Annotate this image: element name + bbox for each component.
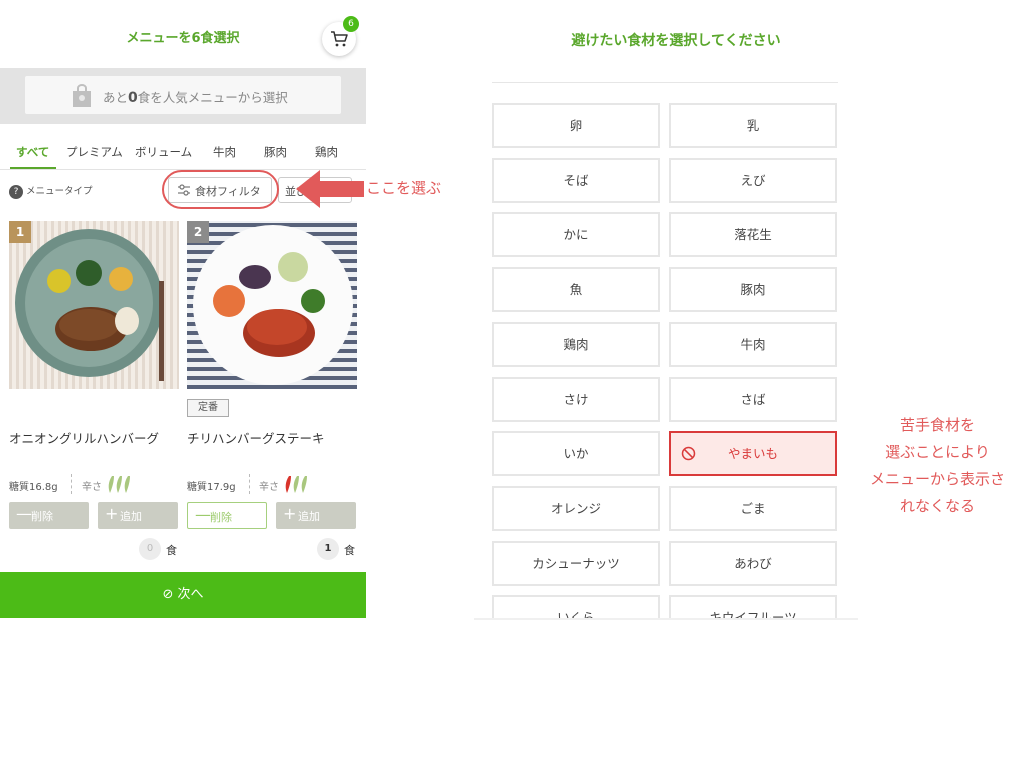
ingredient-option[interactable]: そば (492, 157, 660, 203)
menu-rank-badge: 1 (9, 221, 31, 243)
selected-count: 0 (139, 538, 161, 560)
left-arrow-icon (296, 170, 364, 208)
menu-select-screen: メニューを6食選択 6 あと0食を人気メニューから選択 すべて プレミアム ボリ… (0, 0, 366, 620)
next-button[interactable]: ⊘ 次へ (0, 572, 366, 618)
ingredient-option[interactable]: 卵 (492, 103, 660, 148)
prohibited-icon (681, 446, 696, 461)
ingredient-label: いか (563, 446, 589, 462)
ingredient-label: 豚肉 (740, 282, 766, 298)
ingredient-option[interactable]: カシューナッツ (492, 540, 660, 586)
active-tab-indicator (10, 167, 56, 169)
ingredient-option[interactable]: あわび (669, 540, 837, 586)
ingredient-option[interactable]: かに (492, 212, 660, 258)
divider (492, 82, 838, 83)
ingredient-option[interactable]: 豚肉 (669, 267, 837, 313)
minus-icon: — (16, 504, 32, 523)
ingredient-label: 魚 (569, 282, 583, 298)
ingredient-label: いくら (557, 610, 595, 620)
menu-image-chili-hamburg-steak[interactable]: 2 (187, 221, 357, 389)
plus-icon: + (105, 504, 119, 523)
ingredient-option[interactable]: 魚 (492, 267, 660, 313)
ingredient-option[interactable]: キウイフルーツ (669, 595, 837, 620)
spice-level-icon (108, 476, 130, 493)
menu-type-help[interactable]: ? メニュータイプ (9, 183, 93, 199)
count-unit: 食 (166, 544, 177, 557)
ingredient-option[interactable]: えび (669, 157, 837, 203)
cart-icon (331, 31, 348, 47)
menu-image-onion-grill-hamburg[interactable]: 1 (9, 221, 179, 389)
ingredient-label: さば (740, 391, 766, 407)
menu-rank-badge: 2 (187, 221, 209, 243)
ingredient-label: そば (563, 172, 589, 188)
filter-title: 避けたい食材を選択してください (571, 33, 781, 49)
popular-select-text: あと0食を人気メニューから選択 (103, 90, 288, 106)
spice-level-icon (285, 476, 307, 493)
ingredient-label: かに (563, 227, 589, 243)
tab-premium[interactable]: プレミアム (66, 144, 123, 160)
add-button[interactable]: + 追加 (98, 502, 178, 529)
filter-highlight-circle (162, 170, 279, 209)
page-title: メニューを6食選択 (126, 31, 240, 46)
sugar-content: 糖質16.8g (9, 482, 58, 493)
ingredient-label: やまいも (727, 446, 778, 462)
menu-name[interactable]: オニオングリルハンバーグ (9, 428, 159, 447)
divider (71, 474, 72, 494)
ingredient-label: キウイフルーツ (709, 610, 797, 620)
header: メニューを6食選択 6 (0, 0, 366, 68)
spice-label: 辛さ (82, 482, 102, 493)
ingredient-option[interactable]: 牛肉 (669, 321, 837, 367)
tab-pork[interactable]: 豚肉 (264, 144, 287, 160)
ingredient-option[interactable]: ごま (669, 485, 837, 531)
category-tabs: すべて プレミアム ボリューム 牛肉 豚肉 鶏肉 (0, 138, 366, 170)
annotation-note: 苦手食材を 選ぶことにより メニューから表示さ れなくなる (869, 416, 1005, 515)
ingredient-label: あわび (734, 555, 772, 571)
tab-volume[interactable]: ボリューム (135, 144, 192, 160)
ingredient-label: オレンジ (550, 500, 601, 516)
ingredient-label: さけ (563, 391, 589, 407)
ingredient-label: 落花生 (734, 227, 772, 243)
help-icon: ? (9, 184, 23, 199)
dish-photo (193, 225, 353, 385)
menu-name[interactable]: チリハンバーグステーキ (187, 428, 325, 447)
ingredient-option[interactable]: 乳 (669, 103, 837, 148)
standard-tag: 定番 (187, 399, 229, 417)
add-button[interactable]: + 追加 (276, 502, 356, 529)
shopping-bag-icon (73, 84, 91, 107)
count-unit: 食 (344, 544, 355, 557)
ingredient-option[interactable]: 鶏肉 (492, 321, 660, 367)
ingredient-label: 牛肉 (740, 336, 766, 352)
check-circle-icon: ⊘ (162, 587, 174, 602)
ingredient-option[interactable]: オレンジ (492, 485, 660, 531)
popular-select-area: あと0食を人気メニューから選択 (0, 68, 366, 124)
popular-select-button[interactable]: あと0食を人気メニューから選択 (25, 76, 341, 114)
sugar-content: 糖質17.9g (187, 482, 236, 493)
ingredient-option[interactable]: やまいも (669, 431, 837, 477)
remove-button[interactable]: — 削除 (187, 502, 267, 529)
plus-icon: + (283, 504, 297, 523)
divider (249, 474, 250, 494)
ingredient-option[interactable]: さけ (492, 376, 660, 422)
ingredient-option[interactable]: いくら (492, 595, 660, 620)
minus-icon: — (195, 505, 211, 524)
tab-all[interactable]: すべて (16, 144, 49, 160)
spice-label: 辛さ (259, 482, 279, 493)
ingredient-label: カシューナッツ (532, 555, 620, 571)
ingredient-option[interactable]: 落花生 (669, 212, 837, 258)
selected-count: 1 (317, 538, 339, 560)
annotation-choose-here: ここを選ぶ (366, 179, 442, 197)
ingredient-filter-screen: 避けたい食材を選択してください 卵 乳そば えびかに 落花生魚 豚肉鶏肉 牛肉さけ さばいか… (474, 0, 858, 620)
ingredient-label: 乳 (746, 118, 760, 133)
tab-chicken[interactable]: 鶏肉 (315, 144, 338, 160)
ingredient-label: 鶏肉 (563, 336, 589, 352)
cart-count-badge: 6 (343, 16, 359, 32)
dish-photo (15, 229, 164, 381)
ingredient-label: 卵 (569, 118, 583, 133)
ingredient-option[interactable]: いか (492, 431, 660, 477)
ingredient-label: えび (740, 172, 766, 188)
remove-button[interactable]: — 削除 (9, 502, 89, 529)
ingredient-option[interactable]: さば (669, 376, 837, 422)
ingredient-label: ごま (740, 500, 766, 516)
tab-beef[interactable]: 牛肉 (213, 144, 236, 160)
